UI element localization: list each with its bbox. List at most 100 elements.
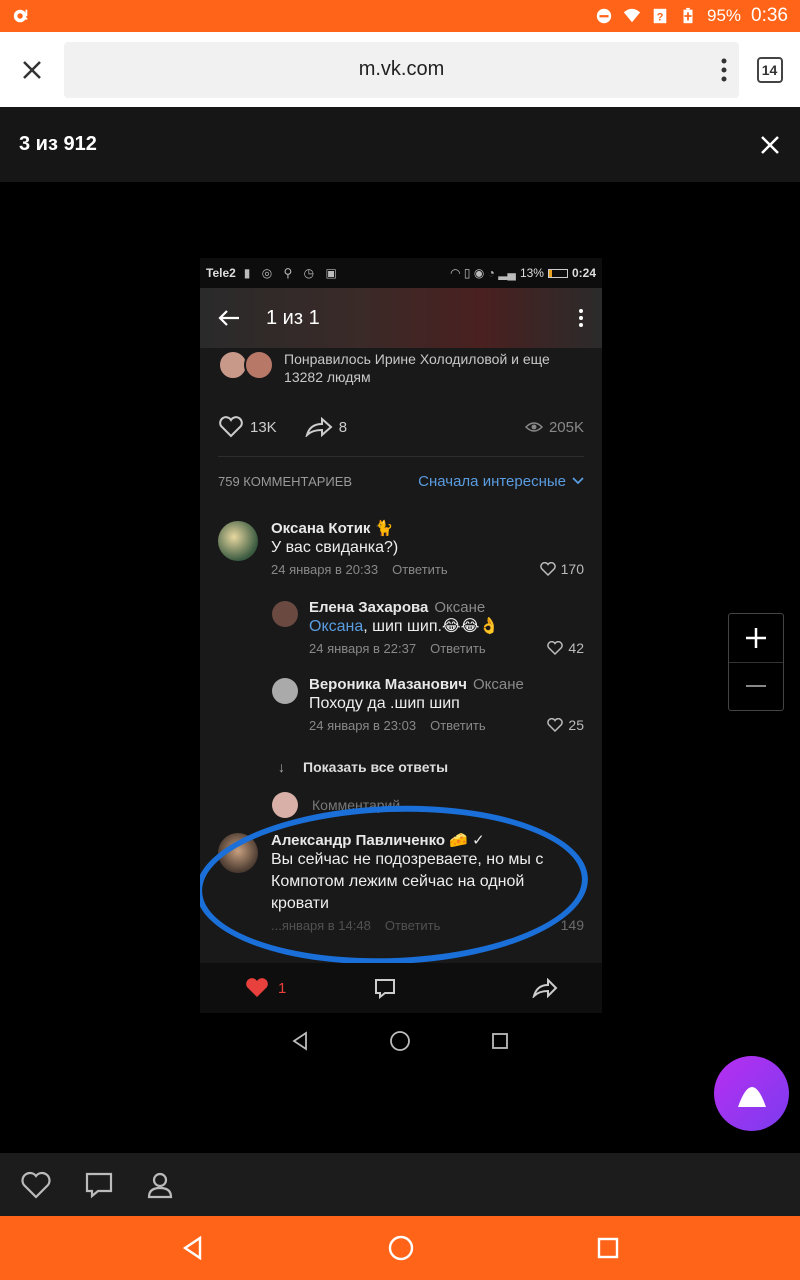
do-not-disturb-icon <box>596 8 612 24</box>
notification-icon <box>13 9 28 23</box>
comment-author-name: Оксана Котик 🐈 <box>271 520 394 537</box>
comment-likes: 25 <box>547 717 584 733</box>
comment-icon[interactable] <box>84 1171 114 1199</box>
views-count: 205K <box>548 418 584 436</box>
reply-to: Оксане <box>472 676 524 693</box>
status-left <box>12 7 30 25</box>
photo-system-nav <box>285 1025 515 1057</box>
share-icon <box>532 978 558 998</box>
tag-person-icon[interactable] <box>146 1171 174 1199</box>
comment-likes: 149 <box>561 917 584 933</box>
comment-author: Оксана Котик 🐈 <box>271 519 584 537</box>
browser-close-button[interactable] <box>0 32 64 107</box>
heart-outline-icon <box>219 416 243 438</box>
minus-icon <box>746 685 766 688</box>
zoom-in-button[interactable] <box>729 614 783 663</box>
liked-indicator: 1 <box>244 977 286 999</box>
eye-icon <box>524 422 543 432</box>
heart-outline-icon <box>539 562 556 576</box>
voice-assistant-button[interactable] <box>714 1056 789 1131</box>
heart-outline-icon <box>547 718 564 732</box>
arrow-down-icon: ↓ <box>278 759 285 775</box>
tab-switcher-button[interactable]: 14 <box>739 32 800 107</box>
photo-status-icons-right: ◠ ▯ ◉ ◔ ▂▄ <box>450 266 516 280</box>
chevron-down-icon <box>572 477 584 485</box>
photo-actions: 13K 8 205K <box>200 398 602 456</box>
url-text: m.vk.com <box>358 58 445 80</box>
comment-icon <box>375 979 396 999</box>
system-nav-bar <box>0 1216 800 1280</box>
comment-reply: Вероника Мазанович Оксане Походу да .шип … <box>200 676 602 733</box>
clock: 0:36 <box>751 5 788 26</box>
photo-status-icons: ▮ ◎ ⚲ ◷ ▣ <box>243 266 341 280</box>
avatar <box>272 678 298 704</box>
share-icon <box>305 417 333 437</box>
like-count: 13K <box>250 418 277 436</box>
battery-percent: 95% <box>706 6 742 25</box>
like-icon[interactable] <box>20 1171 52 1199</box>
comment-reply: Елена Захарова Оксане Оксана, шип шип.😂😂👌… <box>200 599 602 656</box>
close-icon <box>23 60 41 79</box>
comment-likes: 42 <box>547 640 584 656</box>
comment-text: Оксана, шип шип.😂😂👌 <box>309 616 584 638</box>
comments-header: 759 КОММЕНТАРИЕВ Сначала интересные <box>200 457 602 505</box>
signal-icon: ? <box>653 8 667 24</box>
comment-meta: 24 января в 23:03 Ответить 25 <box>309 717 584 733</box>
photo-battery: 13% <box>519 266 544 280</box>
home-circle-icon <box>390 1031 410 1051</box>
likes-summary: Понравилось Ирине Холодиловой и еще 1328… <box>200 348 602 398</box>
photo-bottom-bar: 1 <box>200 963 602 1013</box>
address-bar[interactable]: m.vk.com <box>64 41 739 98</box>
recents-icon[interactable] <box>596 1236 620 1260</box>
alice-icon <box>737 1086 766 1107</box>
heart-outline-icon <box>547 641 564 655</box>
comment-author-name: Елена Захарова <box>309 599 429 616</box>
back-icon[interactable] <box>180 1235 206 1261</box>
likes-summary-text: Понравилось Ирине Холодиловой и еще 1328… <box>284 351 550 385</box>
zoom-out-button[interactable] <box>729 663 783 711</box>
reply-label: Ответить <box>430 717 486 733</box>
comment-author: Елена Захарова Оксане <box>309 599 584 616</box>
comment-like-count: 170 <box>560 561 584 577</box>
comment-like-count: 149 <box>560 917 584 933</box>
comment-date: 24 января в 20:33 <box>271 561 379 577</box>
share-count: 8 <box>338 418 348 436</box>
comment-like-count: 42 <box>568 640 584 656</box>
photo-counter: 3 из 912 <box>19 133 97 155</box>
photo-toolbar: 1 из 1 <box>200 288 602 348</box>
comment-author: Вероника Мазанович Оксане <box>309 676 584 693</box>
comment-body: , шип шип.😂😂👌 <box>363 618 500 635</box>
sort-label: Сначала интересные <box>418 472 566 490</box>
home-icon[interactable] <box>387 1234 415 1262</box>
comment-like-count: 25 <box>568 717 584 733</box>
comment-meta: 24 января в 20:33 Ответить 170 <box>271 561 584 577</box>
battery-charging-icon <box>683 7 693 24</box>
mention: Оксана <box>309 618 364 635</box>
heart-filled-icon <box>246 978 268 997</box>
photo-status-right: ◠ ▯ ◉ ◔ ▂▄ 13% 0:24 <box>450 266 596 280</box>
like-action: 13K <box>218 416 277 438</box>
reply-label: Ответить <box>392 561 448 577</box>
photo-status-bar: Tele2 ▮ ◎ ⚲ ◷ ▣ ◠ ▯ ◉ ◔ ▂▄ 13% 0:24 <box>200 258 602 288</box>
comment-author-name: Вероника Мазанович <box>309 676 467 693</box>
comment-date: 24 января в 23:03 <box>309 717 417 733</box>
photo-viewer-header: 3 из 912 <box>0 107 800 182</box>
show-all-replies: ↓ Показать все ответы <box>200 747 602 787</box>
status-right: ? 95% 0:36 <box>595 5 788 27</box>
svg-text:?: ? <box>657 12 664 24</box>
photo-image[interactable]: Tele2 ▮ ◎ ⚲ ◷ ▣ ◠ ▯ ◉ ◔ ▂▄ 13% 0:24 1 из… <box>200 258 602 963</box>
liker-avatars <box>218 350 276 384</box>
more-vert-icon[interactable] <box>721 58 727 82</box>
photo-battery-icon <box>547 268 568 278</box>
tab-count: 14 <box>756 56 783 83</box>
wifi-icon <box>623 8 641 23</box>
avatar <box>218 521 258 561</box>
views: 205K <box>524 418 584 436</box>
viewer-close-icon[interactable] <box>759 134 781 156</box>
browser-toolbar: m.vk.com 14 <box>0 32 800 107</box>
photo-carrier: Tele2 <box>206 266 236 280</box>
comment-text: Походу да .шип шип <box>309 695 460 712</box>
photo-action-bar <box>0 1153 800 1216</box>
comment-text: У вас свиданка?) <box>271 539 399 556</box>
hand-drawn-circle-annotation <box>200 799 591 963</box>
